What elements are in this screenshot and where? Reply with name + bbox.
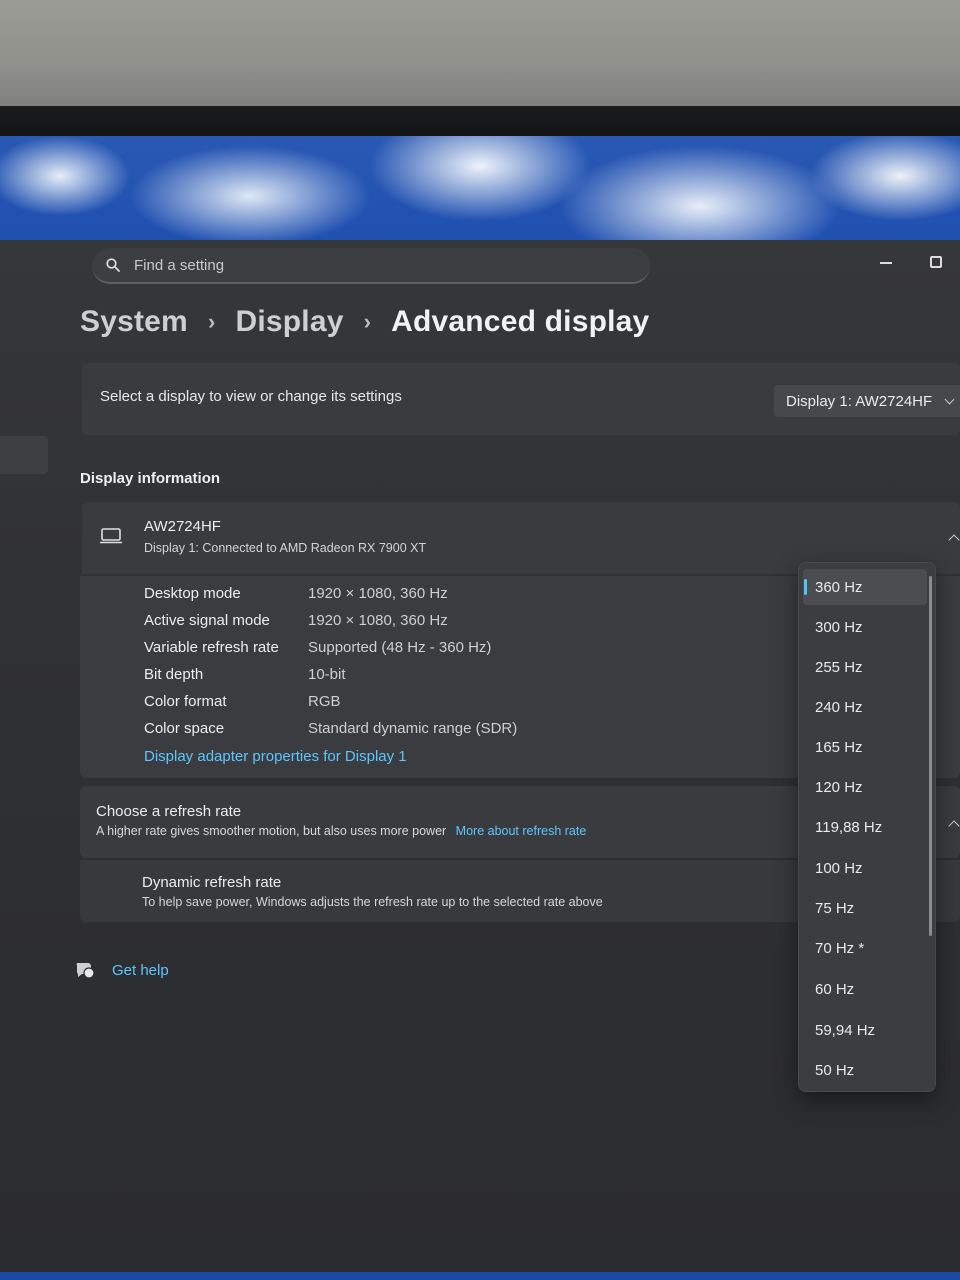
chevron-down-icon (944, 394, 955, 404)
refresh-rate-option[interactable]: 165 Hz (803, 729, 927, 765)
property-value: RGB (308, 693, 341, 710)
refresh-rate-description: A higher rate gives smoother motion, but… (96, 824, 447, 838)
property-key: Desktop mode (144, 585, 241, 602)
property-key: Variable refresh rate (144, 639, 279, 656)
property-value: Standard dynamic range (SDR) (308, 720, 518, 737)
breadcrumb-system[interactable]: System (80, 305, 188, 339)
refresh-rate-option[interactable]: 119,88 Hz (803, 809, 927, 845)
refresh-rate-option[interactable]: 70 Hz * (803, 930, 927, 966)
display-select-dropdown[interactable]: Display 1: AW2724HF (774, 385, 960, 417)
chevron-right-icon: › (363, 309, 372, 334)
more-about-refresh-rate-link[interactable]: More about refresh rate (456, 824, 587, 838)
property-key: Color format (144, 693, 227, 710)
display-adapter-properties-link[interactable]: Display adapter properties for Display 1 (144, 748, 407, 765)
refresh-rate-option[interactable]: 50 Hz (803, 1052, 927, 1088)
property-key: Active signal mode (144, 612, 270, 629)
monitor-subtitle: Display 1: Connected to AMD Radeon RX 79… (144, 541, 427, 555)
refresh-rate-subtitle: A higher rate gives smoother motion, but… (96, 824, 586, 838)
desktop-wallpaper (0, 136, 960, 244)
dropdown-scrollbar[interactable] (929, 576, 932, 936)
refresh-rate-option[interactable]: 300 Hz (803, 609, 927, 645)
property-key: Color space (144, 720, 225, 737)
refresh-rate-option[interactable]: 60 Hz (803, 971, 927, 1007)
display-select-value: Display 1: AW2724HF (786, 392, 933, 410)
property-value: Supported (48 Hz - 360 Hz) (308, 639, 492, 656)
property-value: 10-bit (308, 666, 346, 683)
refresh-rate-title: Choose a refresh rate (96, 803, 242, 820)
taskbar-edge (0, 1272, 960, 1280)
minimize-icon[interactable] (880, 262, 892, 264)
page-title: Advanced display (391, 305, 650, 338)
get-help-link[interactable]: Get help (112, 962, 169, 979)
search-input[interactable]: Find a setting (92, 248, 650, 284)
select-display-card: Select a display to view or change its s… (82, 363, 960, 435)
select-display-label: Select a display to view or change its s… (100, 388, 402, 405)
search-icon (106, 258, 120, 272)
refresh-rate-option[interactable]: 240 Hz (803, 689, 927, 725)
property-value: 1920 × 1080, 360 Hz (308, 612, 448, 629)
maximize-icon[interactable] (930, 256, 942, 268)
property-key: Bit depth (144, 666, 204, 683)
breadcrumb-display[interactable]: Display (235, 305, 343, 339)
section-title-display-information: Display information (80, 470, 221, 487)
dynamic-refresh-rate-subtitle: To help save power, Windows adjusts the … (142, 895, 603, 909)
refresh-rate-option[interactable]: 59,94 Hz (803, 1012, 927, 1048)
photo-wall-background (0, 0, 960, 112)
dynamic-refresh-rate-title: Dynamic refresh rate (142, 874, 282, 891)
refresh-rate-option[interactable]: 360 Hz (803, 569, 927, 605)
refresh-rate-option[interactable]: 75 Hz (803, 890, 927, 926)
property-value: 1920 × 1080, 360 Hz (308, 585, 448, 602)
help-icon (76, 963, 95, 979)
search-placeholder: Find a setting (134, 256, 225, 274)
refresh-rate-option[interactable]: 255 Hz (803, 649, 927, 685)
monitor-icon (100, 528, 122, 544)
refresh-rate-option[interactable]: 120 Hz (803, 769, 927, 805)
chevron-right-icon: › (207, 309, 216, 334)
refresh-rate-dropdown-list: 360 Hz 300 Hz 255 Hz 240 Hz 165 Hz 120 H… (798, 562, 936, 1092)
monitor-name: AW2724HF (144, 518, 221, 535)
refresh-rate-option[interactable]: 100 Hz (803, 850, 927, 886)
sidebar-item[interactable] (0, 436, 48, 474)
monitor-bezel (0, 106, 960, 138)
breadcrumb: System › Display › Advanced display (80, 300, 649, 344)
